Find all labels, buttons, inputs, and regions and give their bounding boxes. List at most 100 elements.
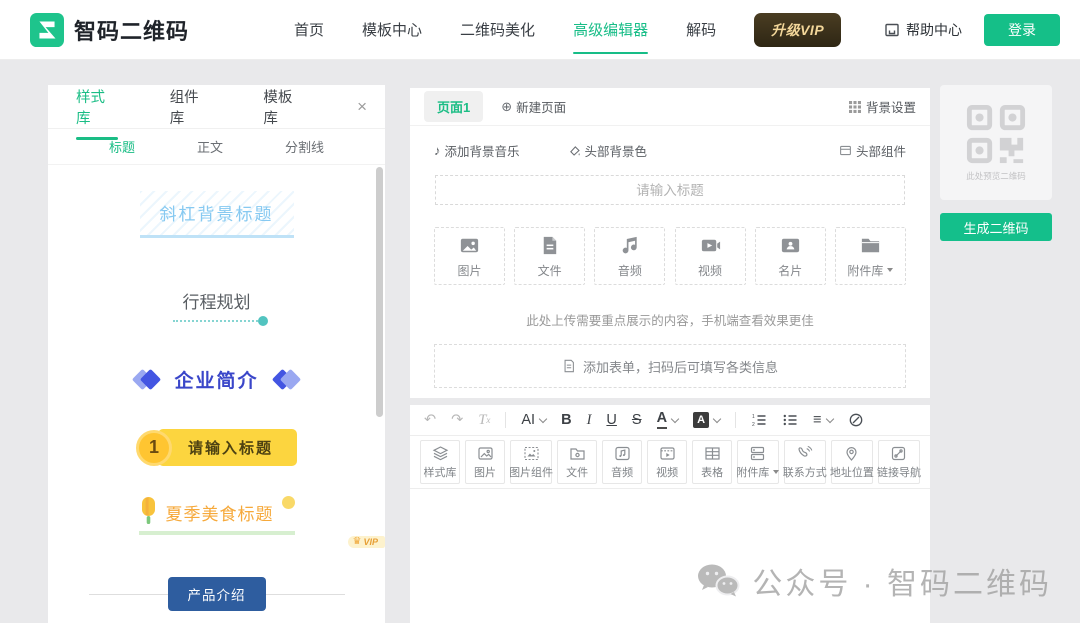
font-color-button[interactable]: A xyxy=(657,411,678,429)
insert-contact-button[interactable]: 联系方式 xyxy=(784,440,826,484)
image-icon xyxy=(477,445,494,462)
undo-button[interactable]: ↶ xyxy=(424,413,436,428)
table-icon xyxy=(704,445,721,462)
redo-button[interactable]: ↷ xyxy=(451,413,463,428)
folder-file-icon xyxy=(569,445,586,462)
add-form-label: 添加表单，扫码后可填写各类信息 xyxy=(583,357,778,376)
logo-link[interactable]: 智码二维码 xyxy=(30,13,189,47)
nav-item-templates[interactable]: 模板中心 xyxy=(362,13,422,46)
nav-item-home[interactable]: 首页 xyxy=(294,13,324,46)
form-doc-icon xyxy=(562,359,576,373)
tab-component-library[interactable]: 组件库 xyxy=(170,85,212,140)
insert-image-button-2[interactable]: 图片 xyxy=(465,440,505,484)
bold-button[interactable]: B xyxy=(561,413,571,428)
subtab-body-text[interactable]: 正文 xyxy=(197,137,223,156)
add-form-button[interactable]: 添加表单，扫码后可填写各类信息 xyxy=(434,344,906,388)
insert-link-button[interactable] xyxy=(848,412,864,428)
subtab-divider[interactable]: 分割线 xyxy=(285,137,324,156)
insert-video-button-2[interactable]: 视频 xyxy=(647,440,687,484)
insert-image-button[interactable]: 图片 xyxy=(434,227,505,285)
numbered-title-label: 请输入标题 xyxy=(158,429,297,466)
style-sample-summer-title[interactable]: 夏季美食标题 xyxy=(139,496,295,535)
insert-audio-button-2[interactable]: 音频 xyxy=(602,440,642,484)
video-icon xyxy=(699,234,722,257)
new-page-button[interactable]: ⊕ 新建页面 xyxy=(501,97,566,116)
strikethrough-button[interactable]: S xyxy=(632,413,642,428)
diamond-decoration-right xyxy=(275,372,298,387)
insert-video-button[interactable]: 视频 xyxy=(675,227,746,285)
chevron-down-icon xyxy=(713,414,721,422)
ordered-list-button[interactable]: 12 xyxy=(751,412,767,428)
style-sample-numbered-title[interactable]: 1 请输入标题 xyxy=(136,429,297,466)
upload-hint-text: 此处上传需要重点展示的内容，手机端查看效果更佳 xyxy=(410,310,930,329)
toolbar-divider xyxy=(735,412,736,428)
contact-card-icon xyxy=(779,234,802,257)
page-tab-1[interactable]: 页面1 xyxy=(424,91,483,122)
insert-file-button[interactable]: 文件 xyxy=(514,227,585,285)
file-icon xyxy=(538,234,561,257)
svg-text:2: 2 xyxy=(752,422,755,428)
background-settings-button[interactable]: 背景设置 xyxy=(849,97,916,116)
italic-button[interactable]: I xyxy=(587,413,592,428)
insert-location-button[interactable]: 地址位置 xyxy=(831,440,873,484)
rich-text-editor: ↶ ↷ Tx AI B I U S A A 12 ≡ xyxy=(410,405,930,623)
upgrade-vip-button[interactable]: 升级VIP xyxy=(754,13,841,47)
tab-style-library[interactable]: 样式库 xyxy=(76,85,118,140)
plus-circle-icon: ⊕ xyxy=(501,99,512,115)
nav-item-decode[interactable]: 解码 xyxy=(686,13,716,46)
bullet-list-button[interactable] xyxy=(782,412,798,428)
login-button[interactable]: 登录 xyxy=(984,14,1060,46)
company-title-label: 企业简介 xyxy=(174,366,258,393)
add-music-label: 添加背景音乐 xyxy=(445,141,520,160)
title-input[interactable] xyxy=(435,175,905,205)
insert-table-button[interactable]: 表格 xyxy=(692,440,732,484)
highlight-color-button[interactable]: A xyxy=(693,412,720,428)
brand-name: 智码二维码 xyxy=(74,14,189,46)
style-sample-trip-title[interactable]: 行程规划 xyxy=(173,284,261,322)
tab-template-library[interactable]: 模板库 xyxy=(263,85,305,140)
nav-item-advanced-editor[interactable]: 高级编辑器 xyxy=(573,13,648,46)
ai-menu-button[interactable]: AI xyxy=(521,413,546,428)
chevron-down-icon xyxy=(671,414,679,422)
toolbar-divider xyxy=(505,412,506,428)
paint-bucket-icon xyxy=(568,144,581,157)
page-canvas: 页面1 ⊕ 新建页面 背景设置 ♪ 添加背景音乐 头部背景色 xyxy=(410,88,930,398)
layers-icon xyxy=(432,445,449,462)
style-sample-slash-title[interactable]: 斜杠背景标题 xyxy=(140,191,294,238)
add-background-music-button[interactable]: ♪ 添加背景音乐 xyxy=(434,141,520,160)
insert-audio-button[interactable]: 音频 xyxy=(594,227,665,285)
left-panel-scrollbar[interactable] xyxy=(376,167,383,417)
help-center-link[interactable]: 帮助中心 xyxy=(884,20,962,40)
align-menu-button[interactable]: ≡ xyxy=(813,413,832,428)
caret-down-icon xyxy=(773,470,779,474)
editor-content-area[interactable] xyxy=(410,489,930,623)
svg-text:1: 1 xyxy=(752,414,755,420)
insert-business-card-button[interactable]: 名片 xyxy=(755,227,826,285)
insert-image-component-button[interactable]: 图片组件 xyxy=(510,440,552,484)
nav-item-beautify[interactable]: 二维码美化 xyxy=(460,13,535,46)
underline-button[interactable]: U xyxy=(606,413,616,428)
style-sample-product-title[interactable]: 产品介绍 xyxy=(89,577,345,611)
music-note-icon: ♪ xyxy=(434,143,441,158)
clear-format-button[interactable]: Tx xyxy=(478,413,490,428)
image-icon xyxy=(458,234,481,257)
subtab-title[interactable]: 标题 xyxy=(109,137,135,156)
header-background-color-button[interactable]: 头部背景色 xyxy=(568,141,648,160)
insert-link-nav-button[interactable]: 链接导航 xyxy=(878,440,920,484)
new-page-label: 新建页面 xyxy=(516,97,566,116)
insert-file-button-2[interactable]: 文件 xyxy=(557,440,597,484)
location-pin-icon xyxy=(843,445,860,462)
insert-attachment-library-button-2[interactable]: 附件库 xyxy=(737,440,779,484)
phone-icon xyxy=(796,445,813,462)
generate-qr-button[interactable]: 生成二维码 xyxy=(940,213,1052,241)
insert-attachment-library-button[interactable]: 附件库 xyxy=(835,227,906,285)
style-sample-company-title[interactable]: 企业简介 xyxy=(135,366,297,393)
header-component-button[interactable]: 头部组件 xyxy=(839,141,906,160)
caret-down-icon xyxy=(887,268,893,272)
insert-style-library-button[interactable]: 样式库 xyxy=(420,440,460,484)
qr-preview-panel: 此处预览二维码 生成二维码 xyxy=(940,85,1052,241)
header-component-label: 头部组件 xyxy=(856,141,906,160)
qr-placeholder-text: 此处预览二维码 xyxy=(966,170,1026,182)
close-icon[interactable]: × xyxy=(357,97,367,117)
grid-icon xyxy=(849,101,861,113)
